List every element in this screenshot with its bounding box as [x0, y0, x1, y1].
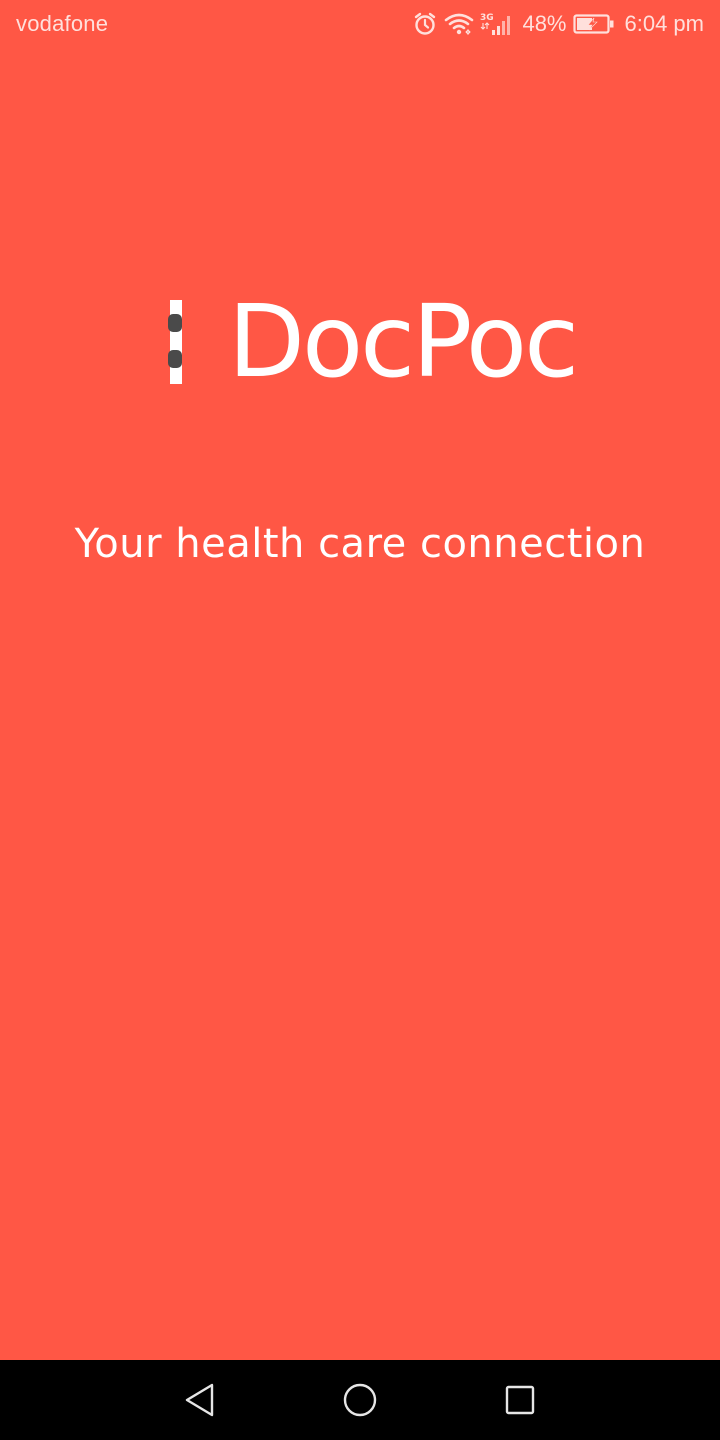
tagline: Your health care connection — [74, 521, 646, 567]
docpoc-logo: DocPoc — [166, 290, 579, 394]
battery-charging-icon — [572, 13, 615, 35]
cellular-signal-icon: 3G — [480, 11, 514, 37]
logo-text: DocPoc — [228, 283, 579, 400]
recents-icon — [505, 1385, 535, 1415]
status-icons: 3G 48% 6:04 pm — [412, 8, 704, 40]
home-icon — [343, 1383, 377, 1417]
clock: 6:04 pm — [624, 11, 705, 36]
home-button[interactable] — [340, 1380, 380, 1420]
battery-percent: 48% — [522, 11, 567, 36]
carrier-name: vodafone — [16, 11, 109, 36]
navigation-bar — [0, 1360, 720, 1440]
back-button[interactable] — [180, 1380, 220, 1420]
wifi-icon — [444, 11, 474, 37]
back-icon — [185, 1383, 214, 1417]
splash-screen: vodafone 3G 48% 6:04 pm DocPoc Your heal… — [0, 0, 720, 1360]
status-bar: vodafone 3G 48% 6:04 pm — [0, 0, 720, 48]
recents-button[interactable] — [500, 1380, 540, 1420]
alarm-icon — [412, 11, 438, 37]
svg-text:3G: 3G — [480, 13, 494, 23]
